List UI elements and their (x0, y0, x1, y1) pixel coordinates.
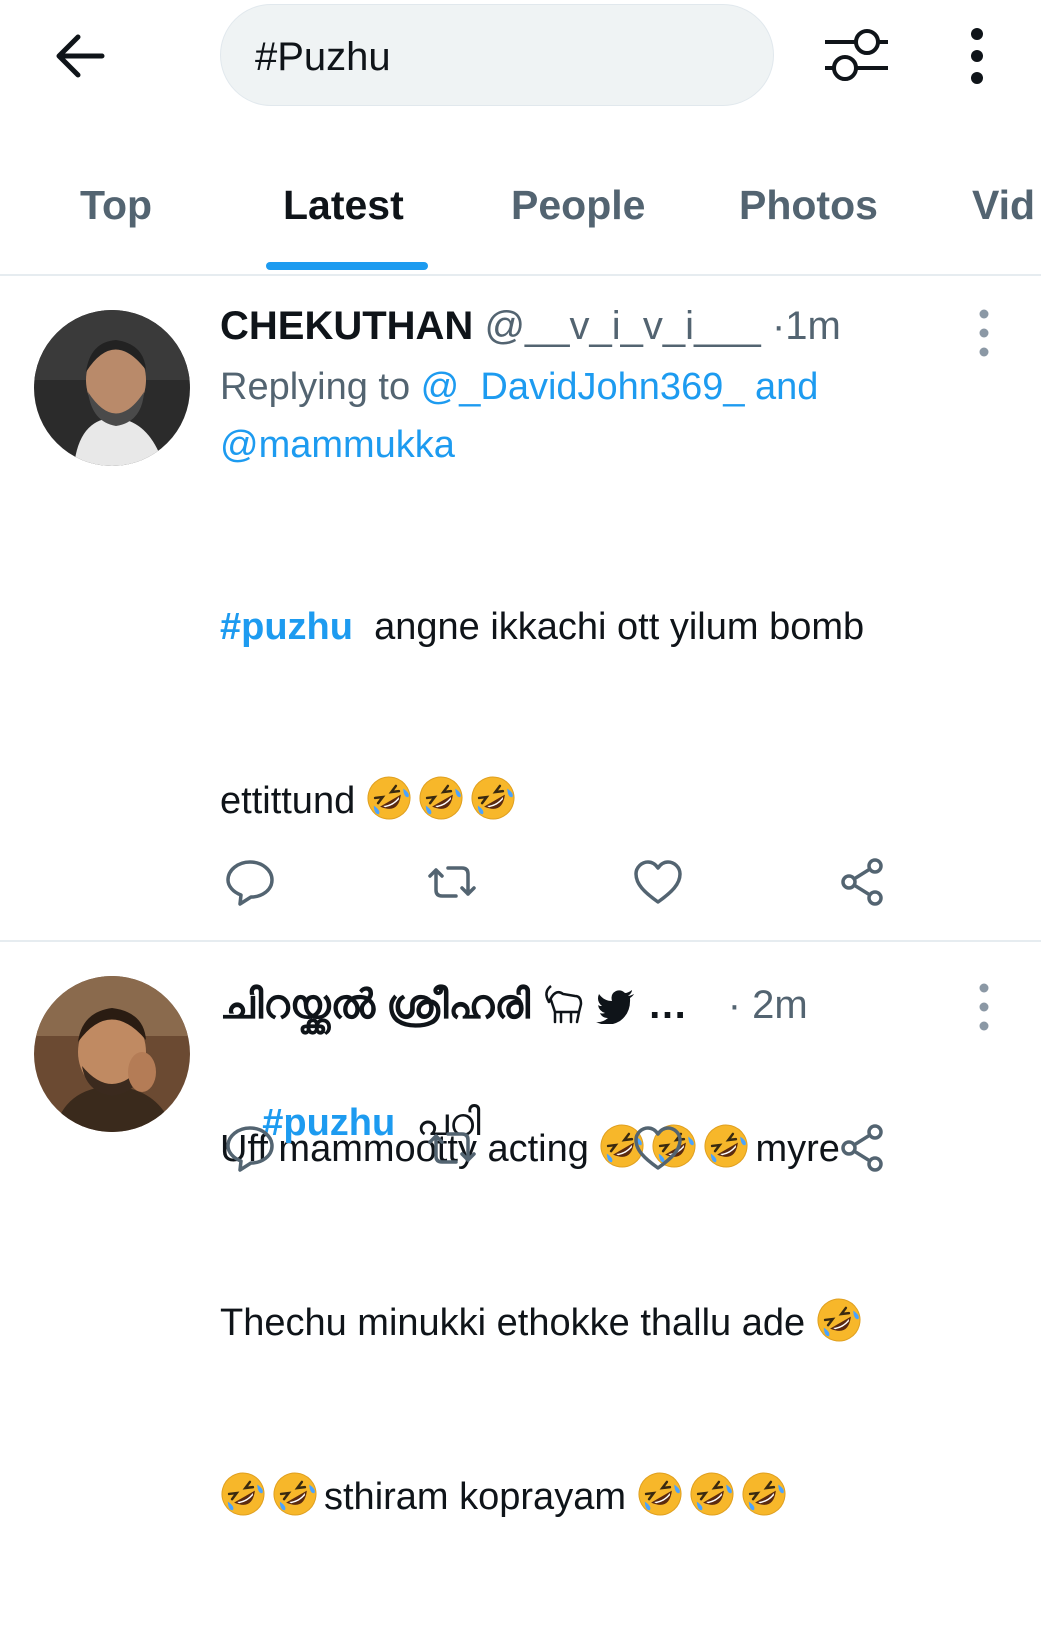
tab-latest[interactable]: Latest (283, 182, 404, 229)
tweet-text-line: Thechu minukki ethokke thallu ade (220, 1302, 816, 1344)
rofl-emoji-icon (419, 776, 463, 820)
rofl-emoji-icon (690, 1472, 734, 1516)
tweet-actions (222, 856, 902, 908)
replying-and[interactable]: and (744, 366, 818, 408)
rofl-emoji-icon (742, 1472, 786, 1516)
share-button[interactable] (836, 856, 888, 908)
mention-link[interactable]: @_DavidJohn369_ (421, 366, 745, 408)
vertical-dots-icon[interactable] (963, 27, 991, 85)
twitter-bird-icon (596, 990, 635, 1025)
avatar[interactable] (34, 976, 190, 1132)
goat-icon (545, 985, 583, 1024)
sliders-icon[interactable] (822, 27, 888, 83)
replying-prefix: Replying to (220, 366, 421, 408)
avatar[interactable] (34, 310, 190, 466)
tweet-actions (222, 1122, 902, 1174)
replying-to: Replying to @_DavidJohn369_ and @mammukk… (220, 358, 1000, 474)
reply-button[interactable] (224, 856, 276, 908)
display-name[interactable]: CHEKUTHAN (220, 304, 473, 348)
like-icon (634, 860, 682, 904)
search-input[interactable]: #Puzhu (220, 4, 774, 106)
timestamp[interactable]: 2m (752, 983, 808, 1027)
retweet-icon (428, 1132, 476, 1164)
tweet-text-line: sthiram koprayam (324, 1476, 637, 1518)
reply-button[interactable] (224, 1122, 276, 1174)
tweet-header: CHEKUTHAN @__v_i_v_i___ ·1m (220, 304, 841, 349)
top-bar: #Puzhu (0, 0, 1041, 115)
rofl-emoji-icon (367, 776, 411, 820)
separator-dot: · (727, 983, 742, 1027)
timestamp[interactable]: 1m (785, 304, 841, 348)
rofl-emoji-icon (221, 1472, 265, 1516)
tweet[interactable]: ചിറയ്ക്കൽ ശ്രീഹരി … · 2m #puzhu പറി (0, 942, 1041, 1200)
handle[interactable]: @__v_i_v_i___ (484, 304, 760, 348)
tab-videos[interactable]: Vid (972, 182, 1035, 229)
active-tab-indicator (266, 262, 428, 270)
reply-icon (226, 860, 274, 906)
search-tabs: Top Latest People Photos Vid (0, 150, 1041, 276)
separator-dot: · (771, 304, 786, 348)
tweet-more-icon[interactable] (972, 308, 996, 358)
search-input-value: #Puzhu (255, 35, 391, 79)
hashtag-link[interactable]: #puzhu (220, 606, 353, 648)
rofl-emoji-icon (471, 776, 515, 820)
retweet-button[interactable] (426, 1122, 478, 1174)
tweet-more-icon[interactable] (972, 982, 996, 1032)
arrow-left-icon[interactable] (52, 28, 108, 84)
mention-link[interactable]: @mammukka (220, 424, 455, 466)
rofl-emoji-icon (638, 1472, 682, 1516)
share-icon (841, 858, 883, 906)
name-ellipsis: … (647, 983, 688, 1027)
tab-top[interactable]: Top (80, 182, 152, 229)
tab-people[interactable]: People (511, 182, 645, 229)
tab-photos[interactable]: Photos (739, 182, 878, 229)
rofl-emoji-icon (273, 1472, 317, 1516)
like-button[interactable] (632, 1122, 684, 1174)
retweet-button[interactable] (426, 856, 478, 908)
share-icon (841, 1124, 883, 1172)
retweet-icon (428, 866, 476, 898)
tweet-text-line: ettittund (220, 780, 366, 822)
tweet-text-line: angne ikkachi ott yilum bomb (352, 606, 865, 648)
rofl-emoji-icon (817, 1298, 861, 1342)
display-name[interactable]: ചിറയ്ക്കൽ ശ്രീഹരി (220, 983, 530, 1027)
reply-icon (226, 1126, 274, 1172)
like-icon (634, 1126, 682, 1170)
tweet-header: ചിറയ്ക്കൽ ശ്രീഹരി … · 2m (220, 982, 808, 1028)
like-button[interactable] (632, 856, 684, 908)
share-button[interactable] (836, 1122, 888, 1174)
tweet[interactable]: CHEKUTHAN @__v_i_v_i___ ·1m Replying to … (0, 276, 1041, 1518)
